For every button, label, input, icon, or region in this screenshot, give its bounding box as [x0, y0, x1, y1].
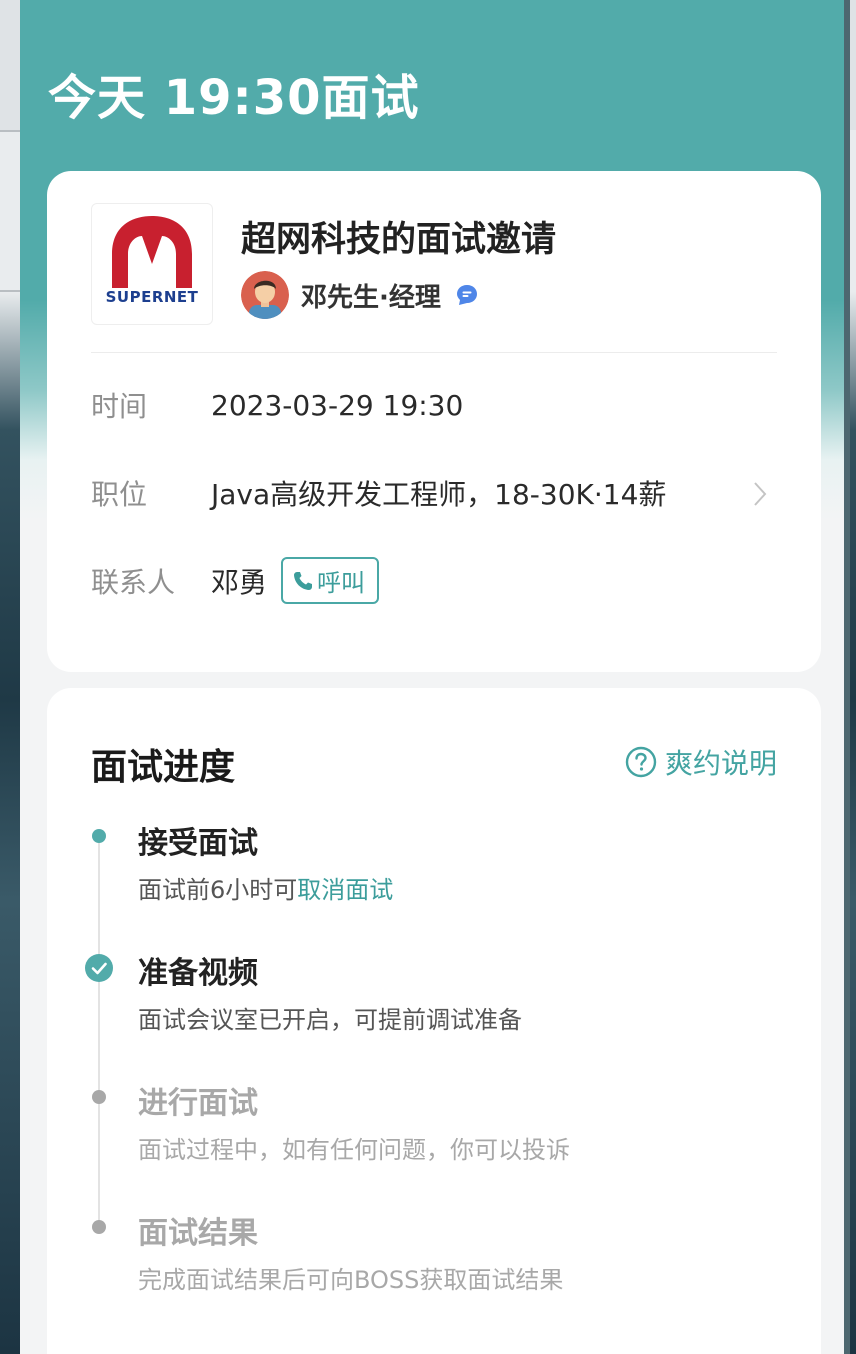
time-label: 时间 [91, 390, 148, 423]
step-desc: 完成面试结果后可向BOSS获取面试结果 [138, 1266, 564, 1294]
avatar [241, 271, 289, 319]
recruiter-name: 邓先生·经理 [301, 282, 441, 313]
check-circle-icon [85, 954, 113, 982]
company-logo: SUPERNET [91, 203, 213, 325]
progress-card: 面试进度 爽约说明 接受面试 面试前6小时可取消面试 准备视频 面试会议室已开启… [47, 688, 821, 1354]
timeline-line [98, 834, 100, 1224]
step-desc: 面试过程中，如有任何问题，你可以投诉 [138, 1136, 570, 1164]
step-dot [92, 829, 106, 843]
position-label: 职位 [91, 478, 148, 511]
panel-edge [844, 0, 850, 1354]
step-dot [92, 1220, 106, 1234]
no-show-policy-label: 爽约说明 [664, 747, 777, 780]
divider [91, 352, 777, 353]
step-desc-text: 面试前6小时可 [138, 876, 298, 904]
contact-value: 邓勇 [211, 565, 268, 599]
step-title: 接受面试 [138, 826, 258, 861]
step-dot [92, 1090, 106, 1104]
page-title: 今天 19:30面试 [48, 70, 420, 126]
contact-row: 联系人 邓勇 呼叫 [91, 557, 777, 604]
window-edge-line [0, 290, 20, 292]
recruiter-info[interactable]: 邓先生·经理 [241, 271, 479, 319]
help-icon [625, 746, 657, 778]
step-title: 准备视频 [138, 956, 258, 991]
company-logo-text: SUPERNET [105, 288, 199, 306]
no-show-policy-link[interactable]: 爽约说明 [625, 742, 777, 782]
call-button-label: 呼叫 [317, 569, 366, 597]
step-title: 面试结果 [138, 1216, 258, 1251]
phone-icon [294, 571, 313, 590]
position-row[interactable]: 职位 Java高级开发工程师，18-30K·14薪 [91, 473, 777, 513]
company-logo-arch-icon [112, 216, 192, 288]
time-row: 时间 2023-03-29 19:30 [91, 385, 777, 425]
invite-title: 超网科技的面试邀请 [241, 220, 557, 260]
progress-title: 面试进度 [91, 747, 236, 788]
step-title: 进行面试 [138, 1086, 258, 1121]
time-value: 2023-03-29 19:30 [211, 388, 464, 422]
invite-card: SUPERNET 超网科技的面试邀请 邓先生·经理 时间 2023-03-29 … [47, 171, 821, 672]
contact-label: 联系人 [91, 565, 176, 599]
step-desc: 面试会议室已开启，可提前调试准备 [138, 1006, 522, 1034]
window-edge-line [0, 130, 20, 132]
chat-icon[interactable] [455, 283, 479, 307]
cancel-interview-link[interactable]: 取消面试 [297, 876, 393, 904]
position-value: Java高级开发工程师，18-30K·14薪 [211, 478, 667, 511]
call-button[interactable]: 呼叫 [281, 557, 380, 604]
step-desc: 面试前6小时可取消面试 [138, 870, 393, 905]
interview-panel: 今天 19:30面试 SUPERNET 超网科技的面试邀请 邓先生·经理 时间 … [20, 0, 850, 1354]
chevron-right-icon [754, 482, 767, 506]
